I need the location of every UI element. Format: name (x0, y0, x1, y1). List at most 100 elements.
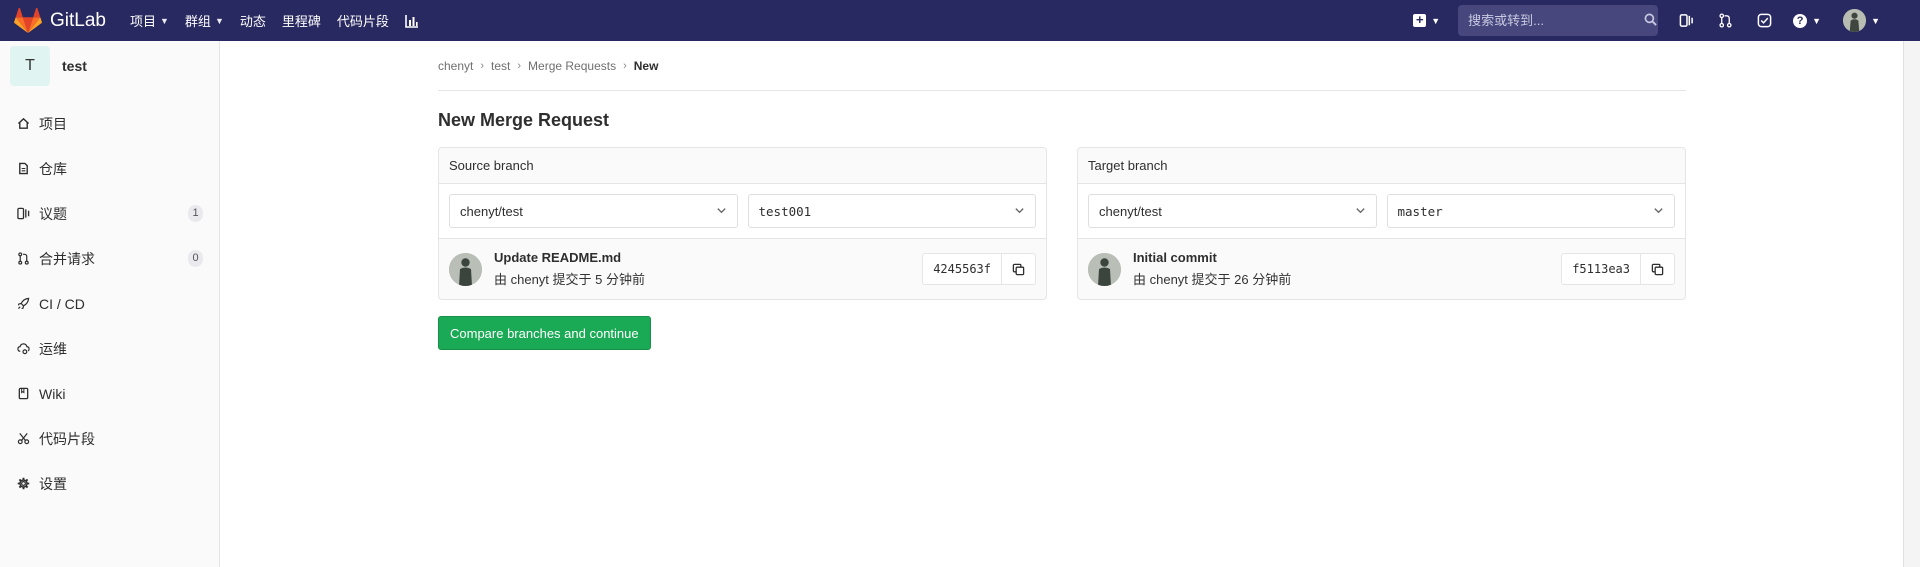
sidebar-item-label: 代码片段 (39, 430, 95, 447)
project-name: test (62, 58, 87, 74)
chevron-down-icon: ▼ (214, 15, 224, 26)
commit-title[interactable]: Initial commit (1133, 250, 1561, 265)
commit-title[interactable]: Update README.md (494, 250, 922, 265)
compare-branches-button[interactable]: Compare branches and continue (438, 316, 651, 350)
commit-author-avatar[interactable] (1088, 252, 1121, 286)
gitlab-home-link[interactable]: GitLab (14, 0, 106, 41)
todo-check-icon (1757, 13, 1771, 28)
nav-snippets[interactable]: 代码片段 (337, 11, 389, 30)
nav-groups[interactable]: 群组 ▼ (185, 11, 224, 30)
target-selects: chenyt/test master (1078, 184, 1685, 239)
merge-request-icon (16, 252, 30, 266)
help-dropdown-button[interactable]: ? ▼ (1793, 13, 1822, 28)
new-dropdown-button[interactable]: + ▼ (1413, 13, 1441, 27)
main-content: chenyt › test › Merge Requests › New New… (438, 41, 1686, 350)
bar-chart-icon (405, 14, 418, 28)
nav-activity[interactable]: 动态 (240, 11, 266, 30)
chevron-right-icon: › (480, 59, 485, 72)
source-branch-heading: Source branch (439, 148, 1046, 184)
copy-sha-button[interactable] (1640, 254, 1674, 284)
brand-name: GitLab (50, 9, 106, 31)
target-project-value: chenyt/test (1099, 203, 1162, 219)
project-sidebar: T test 项目 仓库 议题 1 合并请求 0 CI / CD 运维 Wiki… (0, 41, 220, 567)
issues-nav-button[interactable] (1676, 11, 1696, 31)
sidebar-item-label: 合并请求 (39, 250, 95, 267)
page-scrollbar[interactable] (1903, 41, 1920, 567)
nav-snippets-label: 代码片段 (336, 14, 389, 29)
commit-info: Initial commit 由 chenyt 提交于 26 分钟前 (1133, 250, 1561, 288)
search-input[interactable] (1468, 13, 1645, 28)
chevron-down-icon (716, 204, 727, 219)
copy-icon (1012, 263, 1025, 275)
commit-sha[interactable]: f5113ea3 (1562, 254, 1640, 284)
document-icon (16, 162, 30, 176)
nav-projects-label: 项目 (129, 14, 156, 29)
breadcrumb-link-project[interactable]: test (491, 59, 510, 73)
commit-author-avatar[interactable] (449, 252, 482, 286)
user-avatar (1843, 9, 1867, 32)
breadcrumb-current[interactable]: New (634, 59, 659, 73)
nav-milestones-label: 里程碑 (281, 14, 321, 29)
commit-sha-group: 4245563f (922, 253, 1036, 285)
commit-meta: 由 chenyt 提交于 5 分钟前 (494, 272, 645, 287)
nav-projects[interactable]: 项目 ▼ (130, 11, 169, 30)
sidebar-item-repository[interactable]: 仓库 (0, 146, 219, 191)
target-project-dropdown[interactable]: chenyt/test (1088, 194, 1377, 228)
search-icon[interactable] (1644, 13, 1657, 29)
chevron-down-icon (1014, 204, 1025, 219)
sidebar-item-operations[interactable]: 运维 (0, 326, 219, 371)
scissors-icon (16, 432, 30, 446)
project-header[interactable]: T test (0, 41, 219, 91)
commit-sha-group: f5113ea3 (1561, 253, 1675, 285)
target-commit: Initial commit 由 chenyt 提交于 26 分钟前 f5113… (1078, 239, 1685, 299)
sidebar-item-label: CI / CD (39, 295, 85, 312)
copy-sha-button[interactable] (1001, 254, 1035, 284)
merge-requests-nav-button[interactable] (1715, 11, 1735, 31)
book-icon (16, 387, 30, 401)
sidebar-item-issues[interactable]: 议题 1 (0, 191, 219, 236)
nav-milestones[interactable]: 里程碑 (282, 11, 321, 30)
source-commit: Update README.md 由 chenyt 提交于 5 分钟前 4245… (439, 239, 1046, 299)
sidebar-item-project[interactable]: 项目 (0, 101, 219, 146)
breadcrumb-link-merge-requests[interactable]: Merge Requests (528, 59, 616, 73)
chevron-down-icon (1355, 204, 1366, 219)
source-project-value: chenyt/test (460, 203, 523, 219)
user-menu-button[interactable]: ▼ (1843, 9, 1880, 32)
target-branch-heading: Target branch (1078, 148, 1685, 184)
source-project-dropdown[interactable]: chenyt/test (449, 194, 738, 228)
breadcrumb-link-owner[interactable]: chenyt (438, 59, 473, 73)
main-menu: 项目 ▼ 群组 ▼ 动态 里程碑 代码片段 (130, 11, 435, 30)
target-branch-dropdown[interactable]: master (1386, 194, 1675, 228)
chevron-down-icon: ▼ (1871, 15, 1880, 26)
help-icon: ? (1793, 13, 1808, 28)
sidebar-item-label: 仓库 (39, 160, 67, 177)
branch-panels: Source branch chenyt/test test001 Update… (438, 147, 1686, 300)
chevron-down-icon: ▼ (1431, 15, 1441, 26)
project-avatar: T (10, 46, 50, 86)
sidebar-item-label: 设置 (39, 475, 67, 492)
source-branch-dropdown[interactable]: test001 (747, 194, 1036, 228)
sidebar-item-ci-cd[interactable]: CI / CD (0, 281, 219, 326)
todos-nav-button[interactable] (1754, 11, 1774, 31)
sidebar-item-settings[interactable]: 设置 (0, 461, 219, 506)
nav-groups-label: 群组 (184, 14, 211, 29)
commit-info: Update README.md 由 chenyt 提交于 5 分钟前 (494, 250, 922, 288)
nav-analytics[interactable] (405, 14, 419, 28)
commit-sha[interactable]: 4245563f (923, 254, 1001, 284)
sidebar-item-wiki[interactable]: Wiki (0, 371, 219, 416)
source-branch-panel: Source branch chenyt/test test001 Update… (438, 147, 1047, 300)
merge-requests-count-badge: 0 (188, 250, 203, 267)
sidebar-item-snippets[interactable]: 代码片段 (0, 416, 219, 461)
target-branch-value: master (1397, 203, 1443, 219)
plus-icon: + (1413, 13, 1427, 27)
gear-icon (16, 477, 30, 491)
chevron-right-icon: › (623, 59, 627, 72)
cloud-gear-icon (16, 342, 30, 356)
chevron-down-icon: ▼ (1812, 15, 1822, 26)
top-navbar: GitLab 项目 ▼ 群组 ▼ 动态 里程碑 代码片段 + ▼ 搜索或转到..… (0, 0, 1920, 41)
sidebar-item-merge-requests[interactable]: 合并请求 0 (0, 236, 219, 281)
chevron-right-icon: › (517, 59, 522, 72)
gitlab-logo-icon (14, 7, 42, 33)
source-branch-value: test001 (758, 203, 812, 219)
chevron-down-icon (1653, 204, 1664, 219)
